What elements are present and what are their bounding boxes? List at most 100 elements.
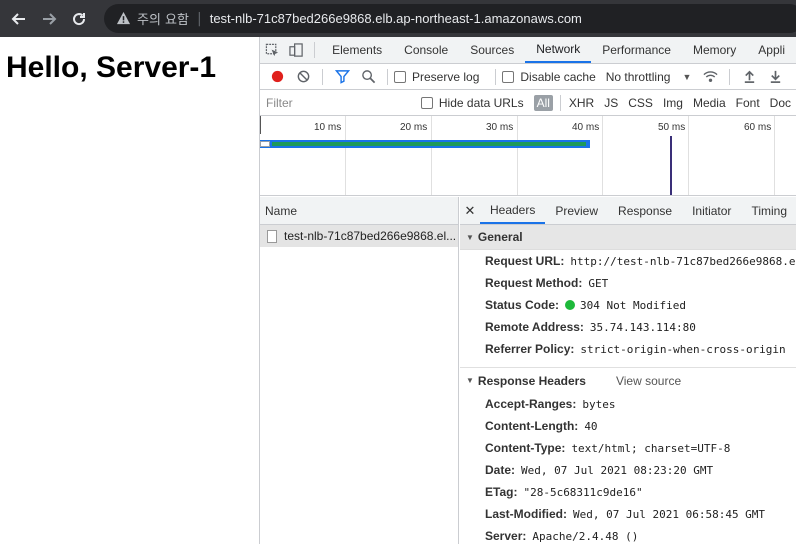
header-value: http://test-nlb-71c87bed266e9868.el	[570, 254, 796, 268]
close-detail-button[interactable]: ✕	[460, 197, 480, 224]
tab-headers[interactable]: Headers	[479, 197, 546, 224]
tab-initiator[interactable]: Initiator	[682, 197, 741, 224]
disable-cache-checkbox[interactable]: Disable cache	[502, 69, 596, 84]
header-value: Wed, 07 Jul 2021 08:23:20 GMT	[521, 463, 714, 477]
header-value: bytes	[582, 397, 616, 411]
filter-type-doc[interactable]: Doc	[765, 96, 796, 110]
inspect-element-button[interactable]	[260, 37, 284, 63]
header-key: Server:	[485, 529, 527, 543]
timeline-tick-label: 30 ms	[486, 122, 514, 133]
network-conditions-button[interactable]	[697, 64, 723, 90]
toolbar-divider	[729, 68, 731, 85]
header-row: ETag: "28-5c68311c9de16"	[460, 481, 796, 503]
close-icon: ✕	[464, 202, 476, 218]
warning-icon[interactable]	[116, 11, 131, 26]
triangle-down-icon: ▼	[466, 376, 474, 385]
export-har-button[interactable]	[762, 64, 788, 90]
header-key: ETag:	[485, 485, 518, 499]
header-key: Content-Type:	[485, 441, 566, 455]
inspect-icon	[265, 43, 278, 56]
document-icon	[267, 229, 277, 243]
tab-performance[interactable]: Performance	[591, 37, 682, 63]
name-column-header[interactable]: Name	[260, 197, 458, 225]
timeline-gridline	[345, 116, 346, 195]
tab-divider	[314, 42, 316, 58]
hide-data-urls-checkbox[interactable]: Hide data URLs	[420, 96, 524, 110]
filter-type-js[interactable]: JS	[599, 96, 623, 110]
tab-response[interactable]: Response	[608, 197, 682, 224]
address-bar[interactable]: 주의 요함 | test-nlb-71c87bed266e9868.elb.ap…	[104, 4, 796, 33]
security-warning-text[interactable]: 주의 요함	[137, 9, 189, 28]
preserve-log-checkbox[interactable]: Preserve log	[394, 70, 479, 84]
request-download-segment	[272, 142, 586, 146]
header-row: Server: Apache/2.4.48 ()	[460, 525, 796, 544]
header-row: Request Method: GET	[460, 272, 796, 294]
checkbox-box[interactable]	[502, 70, 515, 83]
devtools-panel: Elements Console Sources Network Perform…	[259, 37, 796, 544]
url-text[interactable]: test-nlb-71c87bed266e9868.elb.ap-northea…	[210, 11, 582, 26]
response-headers-section-header[interactable]: ▼ Response Headers View source	[460, 368, 796, 393]
header-value: 304 Not Modified	[580, 298, 686, 312]
checkbox-box[interactable]	[394, 70, 406, 83]
clear-button[interactable]	[290, 64, 316, 90]
section-divider	[460, 360, 796, 368]
header-key: Request URL:	[485, 254, 565, 268]
header-row: Status Code: 304 Not Modified	[460, 294, 796, 316]
response-headers-title: Response Headers	[477, 373, 586, 388]
filter-type-media[interactable]: Media	[688, 96, 731, 110]
header-key: Status Code:	[485, 298, 560, 312]
tab-elements[interactable]: Elements	[321, 37, 393, 63]
header-value: GET	[588, 276, 609, 290]
triangle-down-icon: ▼	[466, 232, 474, 242]
back-button[interactable]	[8, 8, 30, 30]
checkbox-box[interactable]	[420, 96, 433, 109]
header-value: Wed, 07 Jul 2021 06:58:45 GMT	[573, 507, 766, 521]
header-row: Content-Length: 40	[460, 415, 796, 437]
record-icon	[271, 70, 283, 83]
upload-icon	[744, 70, 755, 83]
download-icon	[770, 70, 781, 83]
filter-type-xhr[interactable]: XHR	[564, 96, 599, 110]
filter-type-img[interactable]: Img	[658, 96, 688, 110]
timeline-gridline	[602, 116, 603, 195]
request-row[interactable]: test-nlb-71c87bed266e9868.el...	[260, 225, 458, 247]
toolbar-divider	[322, 68, 323, 85]
header-key: Last-Modified:	[485, 507, 567, 521]
filter-input[interactable]: Filter	[264, 92, 421, 113]
tab-timing[interactable]: Timing	[741, 197, 796, 224]
view-source-link[interactable]: View source	[616, 374, 681, 388]
disable-cache-label: Disable cache	[520, 69, 596, 84]
tab-console[interactable]: Console	[393, 37, 459, 63]
header-key: Accept-Ranges:	[485, 397, 577, 411]
filter-type-font[interactable]: Font	[731, 96, 765, 110]
filter-type-all[interactable]: All	[533, 94, 553, 111]
timeline-tick-label: 60 ms	[744, 122, 772, 133]
preserve-log-label: Preserve log	[412, 69, 480, 84]
tab-memory[interactable]: Memory	[682, 37, 747, 63]
tab-application[interactable]: Appli	[747, 37, 796, 63]
requests-list: Name test-nlb-71c87bed266e9868.el...	[260, 197, 459, 544]
reload-button[interactable]	[68, 8, 90, 30]
header-value: text/html; charset=UTF-8	[571, 441, 731, 455]
tab-preview[interactable]: Preview	[545, 197, 608, 224]
device-toolbar-button[interactable]	[284, 37, 308, 63]
import-har-button[interactable]	[736, 64, 762, 90]
timeline-gridline	[774, 116, 775, 195]
search-button[interactable]	[355, 64, 381, 90]
timeline-overview[interactable]: 10 ms 20 ms 30 ms 40 ms 50 ms 60 ms	[260, 116, 796, 196]
timeline-tick-label: 10 ms	[314, 122, 342, 133]
throttling-select[interactable]: No throttling ▼	[606, 70, 692, 84]
tab-network[interactable]: Network	[525, 37, 592, 63]
filter-toggle-button[interactable]	[329, 64, 355, 90]
timeline-selection-handle[interactable]	[260, 116, 261, 134]
general-section-header[interactable]: ▼ General	[460, 225, 796, 250]
header-key: Referrer Policy:	[485, 342, 575, 356]
reload-icon	[73, 12, 86, 25]
request-name: test-nlb-71c87bed266e9868.el...	[284, 229, 457, 243]
header-value: 35.74.143.114:80	[589, 320, 696, 334]
tab-sources[interactable]: Sources	[459, 37, 525, 63]
dropdown-caret-icon: ▼	[682, 71, 692, 82]
record-button[interactable]	[264, 64, 290, 90]
forward-button[interactable]	[38, 8, 60, 30]
filter-type-css[interactable]: CSS	[623, 96, 658, 110]
